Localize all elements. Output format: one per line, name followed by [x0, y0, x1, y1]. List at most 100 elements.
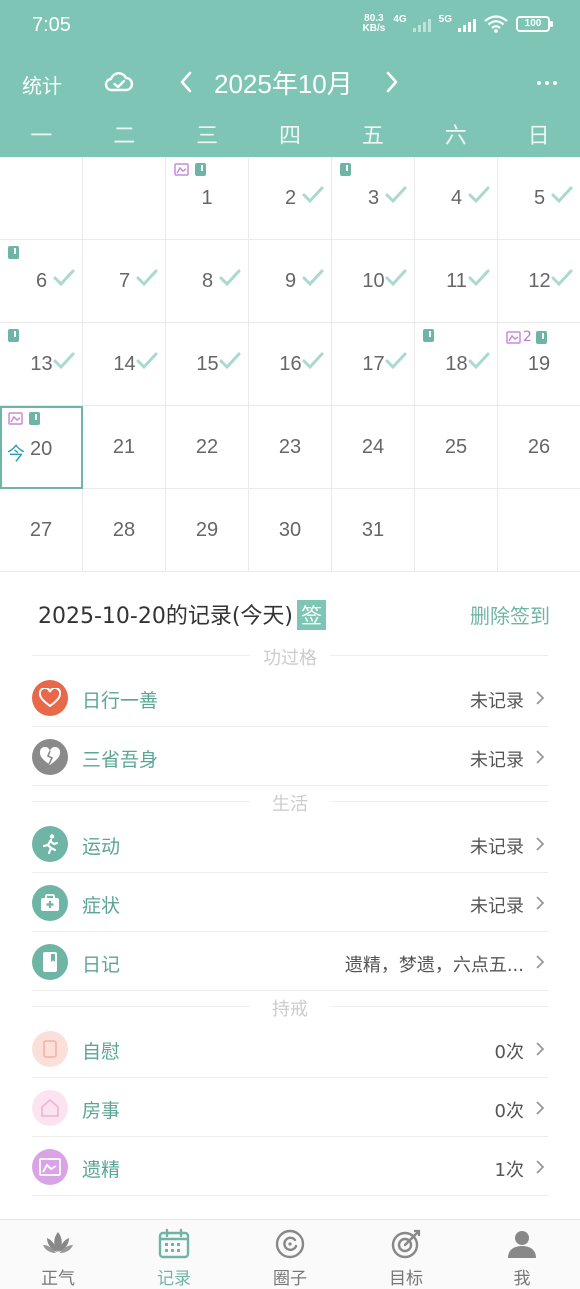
record-row-intercourse[interactable]: 房事 0次 — [32, 1079, 548, 1137]
calendar-day-30[interactable]: 30 — [249, 489, 332, 572]
check-icon — [136, 269, 158, 287]
stats-button[interactable]: 统计 — [22, 70, 62, 99]
calendar-day-8[interactable]: 8 — [166, 240, 249, 323]
emission-icon — [32, 1149, 68, 1185]
calendar-day-9[interactable]: 9 — [249, 240, 332, 323]
calendar-day-2[interactable]: 2 — [249, 157, 332, 240]
tab-label: 目标 — [389, 1269, 423, 1289]
calendar-day-25[interactable]: 25 — [415, 406, 498, 489]
delete-signin-button[interactable]: 删除签到 — [470, 600, 550, 629]
status-indicators: 80.3 KB/s 4G 5G 100 — [363, 14, 553, 34]
diary-mark-icon — [8, 329, 19, 342]
lotus-icon — [43, 1232, 73, 1253]
calendar-day-22[interactable]: 22 — [166, 406, 249, 489]
chevron-right-icon — [536, 1160, 545, 1174]
running-icon — [32, 826, 68, 862]
calendar-day-12[interactable]: 12 — [498, 240, 580, 323]
calendar-day-31[interactable]: 31 — [332, 489, 415, 572]
next-month-icon[interactable] — [382, 68, 402, 96]
medical-kit-icon — [32, 885, 68, 921]
tab-me[interactable]: 我 — [464, 1220, 580, 1289]
check-icon — [551, 186, 573, 204]
tab-goals[interactable]: 目标 — [348, 1220, 464, 1289]
record-name: 三省吾身 — [82, 749, 159, 771]
records-title: 2025-10-20的记录(今天) 签 — [38, 598, 327, 630]
calendar-day-17[interactable]: 17 — [332, 323, 415, 406]
day-number: 23 — [278, 436, 302, 458]
diary-mark-icon — [8, 246, 19, 259]
calendar-day-6[interactable]: 6 — [0, 240, 83, 323]
calendar-empty-cell — [83, 157, 166, 240]
day-number: 20 — [30, 438, 53, 460]
tab-label: 我 — [513, 1269, 531, 1289]
record-row-good-deed[interactable]: 日行一善 未记录 — [32, 669, 548, 727]
record-name: 运动 — [82, 836, 121, 858]
diary-mark-icon — [340, 163, 351, 176]
diary-mark-icon — [195, 163, 206, 176]
tab-label: 正气 — [41, 1269, 75, 1289]
calendar-day-26[interactable]: 26 — [498, 406, 580, 489]
calendar-day-19[interactable]: 2 19 — [498, 323, 580, 406]
calendar-day-21[interactable]: 21 — [83, 406, 166, 489]
calendar-day-11[interactable]: 11 — [415, 240, 498, 323]
check-icon — [302, 186, 324, 204]
calendar-day-15[interactable]: 15 — [166, 323, 249, 406]
day-number: 19 — [527, 353, 551, 375]
calendar-day-4[interactable]: 4 — [415, 157, 498, 240]
calendar-day-13[interactable]: 13 — [0, 323, 83, 406]
records-date-title: 2025-10-20的记录(今天) — [38, 604, 294, 629]
more-options-icon[interactable] — [534, 70, 560, 96]
emission-mark-icon — [506, 330, 521, 344]
calendar-day-18[interactable]: 18 — [415, 323, 498, 406]
status-time: 7:05 — [32, 14, 71, 36]
record-row-masturbation[interactable]: 自慰 0次 — [32, 1020, 548, 1078]
prev-month-icon[interactable] — [176, 68, 196, 96]
app-header: 7:05 80.3 KB/s 4G 5G 100 统计 2025年10月 一 二… — [0, 0, 580, 157]
record-value: 未记录 — [470, 750, 524, 771]
calendar-day-29[interactable]: 29 — [166, 489, 249, 572]
day-number: 27 — [29, 519, 53, 541]
network-type-1: 4G — [393, 14, 407, 25]
record-row-symptom[interactable]: 症状 未记录 — [32, 874, 548, 932]
record-row-exercise[interactable]: 运动 未记录 — [32, 815, 548, 873]
calendar-day-10[interactable]: 10 — [332, 240, 415, 323]
calendar-day-14[interactable]: 14 — [83, 323, 166, 406]
emission-count: 2 — [523, 329, 532, 345]
day-number: 1 — [201, 187, 213, 209]
diary-mark-icon — [535, 330, 547, 344]
record-name: 房事 — [82, 1100, 121, 1122]
weekday-label: 四 — [279, 124, 302, 149]
section-label: 功过格 — [250, 644, 330, 670]
weekday-label: 五 — [361, 124, 384, 149]
month-title[interactable]: 2025年10月 — [214, 64, 353, 101]
check-icon — [219, 269, 241, 287]
calendar-empty-cell — [0, 157, 83, 240]
bottom-nav: 正气 记录 圈子 目标 我 — [0, 1219, 580, 1289]
calendar-day-5[interactable]: 5 — [498, 157, 580, 240]
calendar-day-28[interactable]: 28 — [83, 489, 166, 572]
calendar-day-27[interactable]: 27 — [0, 489, 83, 572]
calendar-day-16[interactable]: 16 — [249, 323, 332, 406]
calendar-day-1[interactable]: 1 — [166, 157, 249, 240]
record-row-reflection[interactable]: 三省吾身 未记录 — [32, 728, 548, 786]
house-icon — [32, 1090, 68, 1126]
record-value: 未记录 — [470, 837, 524, 858]
record-row-emission[interactable]: 遗精 1次 — [32, 1138, 548, 1196]
chevron-right-icon — [536, 837, 545, 851]
tab-zhengqi[interactable]: 正气 — [0, 1220, 116, 1289]
cloud-sync-icon[interactable] — [103, 66, 135, 98]
section-divider-life: 生活 — [32, 790, 548, 816]
check-icon — [468, 186, 490, 204]
record-row-diary[interactable]: 日记 遗精，梦遗，六点五... — [32, 933, 548, 991]
target-icon — [391, 1229, 421, 1259]
tab-circle[interactable]: 圈子 — [232, 1220, 348, 1289]
signed-badge: 签 — [297, 600, 327, 630]
calendar-day-3[interactable]: 3 — [332, 157, 415, 240]
calendar-day-7[interactable]: 7 — [83, 240, 166, 323]
record-value: 未记录 — [470, 691, 524, 712]
calendar-day-24[interactable]: 24 — [332, 406, 415, 489]
calendar-day-20-today[interactable]: 今 20 — [0, 406, 83, 489]
calendar-day-23[interactable]: 23 — [249, 406, 332, 489]
tab-records[interactable]: 记录 — [116, 1220, 232, 1289]
record-value: 遗精，梦遗，六点五... — [344, 955, 524, 976]
